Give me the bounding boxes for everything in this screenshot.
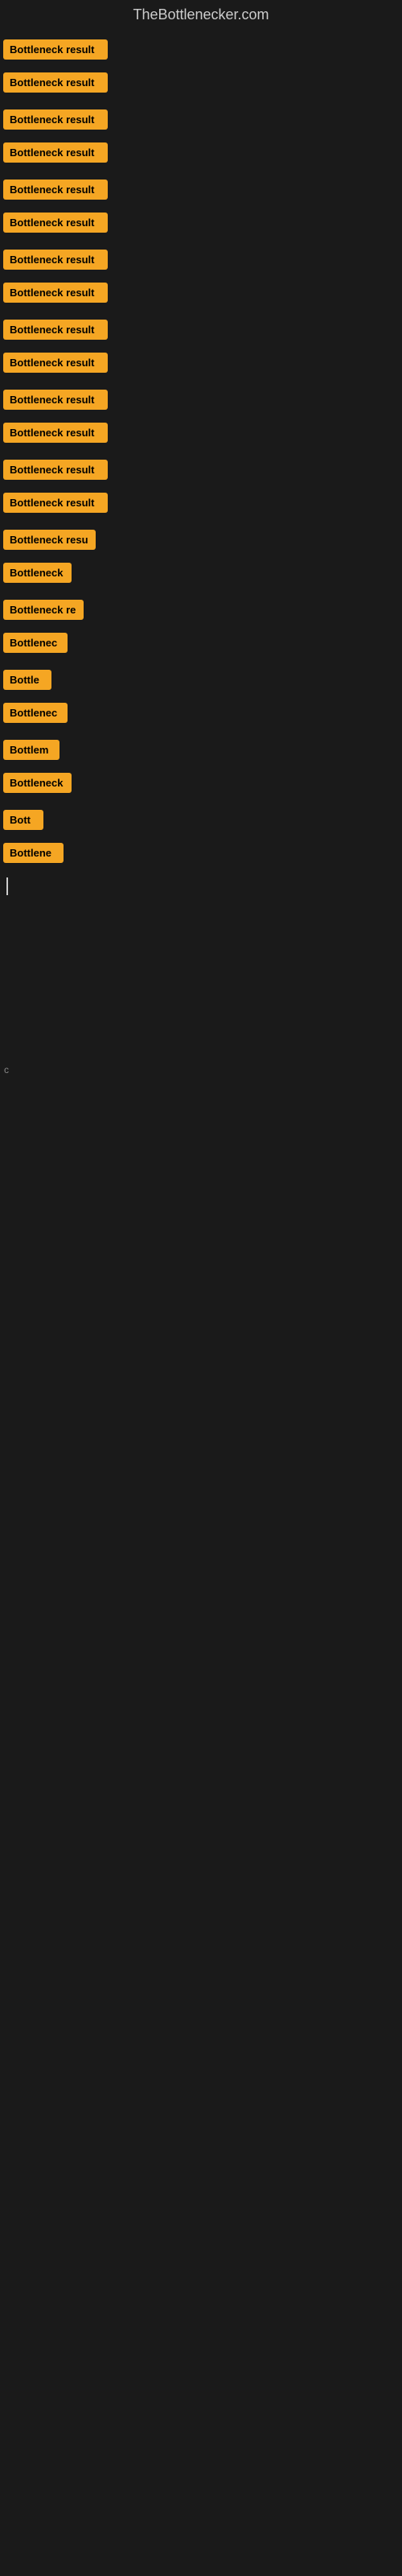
site-title: TheBottlenecker.com	[0, 0, 402, 33]
bottleneck-badge[interactable]: Bott	[3, 810, 43, 830]
list-item: Bottleneck result	[3, 136, 402, 169]
bottleneck-badge[interactable]: Bottleneck result	[3, 142, 108, 163]
bottleneck-badge[interactable]: Bottleneck	[3, 773, 72, 793]
list-item: Bottleneck result	[3, 206, 402, 239]
bottleneck-badge[interactable]: Bottlenec	[3, 633, 68, 653]
list-item: Bottleneck re	[3, 593, 402, 626]
bottleneck-badge[interactable]: Bottleneck result	[3, 39, 108, 60]
footer-area: c	[0, 903, 402, 1225]
list-item: Bottlene	[3, 836, 402, 869]
bottleneck-badge[interactable]: Bottleneck result	[3, 493, 108, 513]
items-container: Bottleneck result Bottleneck result Bottle…	[0, 33, 402, 895]
list-item: Bottlem	[3, 733, 402, 766]
bottleneck-badge[interactable]: Bottleneck result	[3, 320, 108, 340]
bottleneck-badge[interactable]: Bottleneck result	[3, 250, 108, 270]
list-item: Bott	[3, 803, 402, 836]
list-item: Bottleneck	[3, 556, 402, 589]
bottleneck-badge[interactable]: Bottleneck re	[3, 600, 84, 620]
list-item: Bottleneck	[3, 766, 402, 799]
list-item: Bottleneck result	[3, 243, 402, 276]
list-item: Bottleneck result	[3, 416, 402, 449]
list-item: Bottleneck result	[3, 33, 402, 66]
bottleneck-badge[interactable]: Bottle	[3, 670, 51, 690]
bottleneck-badge[interactable]: Bottleneck result	[3, 460, 108, 480]
bottleneck-badge[interactable]: Bottlem	[3, 740, 59, 760]
list-item: Bottleneck result	[3, 453, 402, 486]
list-item: Bottleneck resu	[3, 523, 402, 556]
bottleneck-badge[interactable]: Bottlene	[3, 843, 64, 863]
list-item: Bottleneck result	[3, 276, 402, 309]
bottleneck-badge[interactable]: Bottleneck result	[3, 213, 108, 233]
list-item: Bottlenec	[3, 696, 402, 729]
bottleneck-badge[interactable]: Bottleneck resu	[3, 530, 96, 550]
bottleneck-badge[interactable]: Bottleneck result	[3, 180, 108, 200]
bottleneck-badge[interactable]: Bottleneck result	[3, 72, 108, 93]
bottleneck-badge[interactable]: Bottleneck result	[3, 423, 108, 443]
bottleneck-badge[interactable]: Bottleneck result	[3, 283, 108, 303]
bottleneck-badge[interactable]: Bottleneck	[3, 563, 72, 583]
bottleneck-badge[interactable]: Bottlenec	[3, 703, 68, 723]
list-item: Bottlenec	[3, 626, 402, 659]
bottleneck-badge[interactable]: Bottleneck result	[3, 109, 108, 130]
bottleneck-badge[interactable]: Bottleneck result	[3, 353, 108, 373]
list-item: Bottleneck result	[3, 103, 402, 136]
site-title-container: TheBottlenecker.com	[0, 0, 402, 33]
list-item: Bottle	[3, 663, 402, 696]
list-item: Bottleneck result	[3, 313, 402, 346]
list-item: Bottleneck result	[3, 346, 402, 379]
cursor-indicator	[6, 877, 8, 895]
list-item: Bottleneck result	[3, 173, 402, 206]
footer-char: c	[4, 1064, 9, 1075]
list-item: Bottleneck result	[3, 383, 402, 416]
list-item: Bottleneck result	[3, 66, 402, 99]
list-item: Bottleneck result	[3, 486, 402, 519]
bottleneck-badge[interactable]: Bottleneck result	[3, 390, 108, 410]
